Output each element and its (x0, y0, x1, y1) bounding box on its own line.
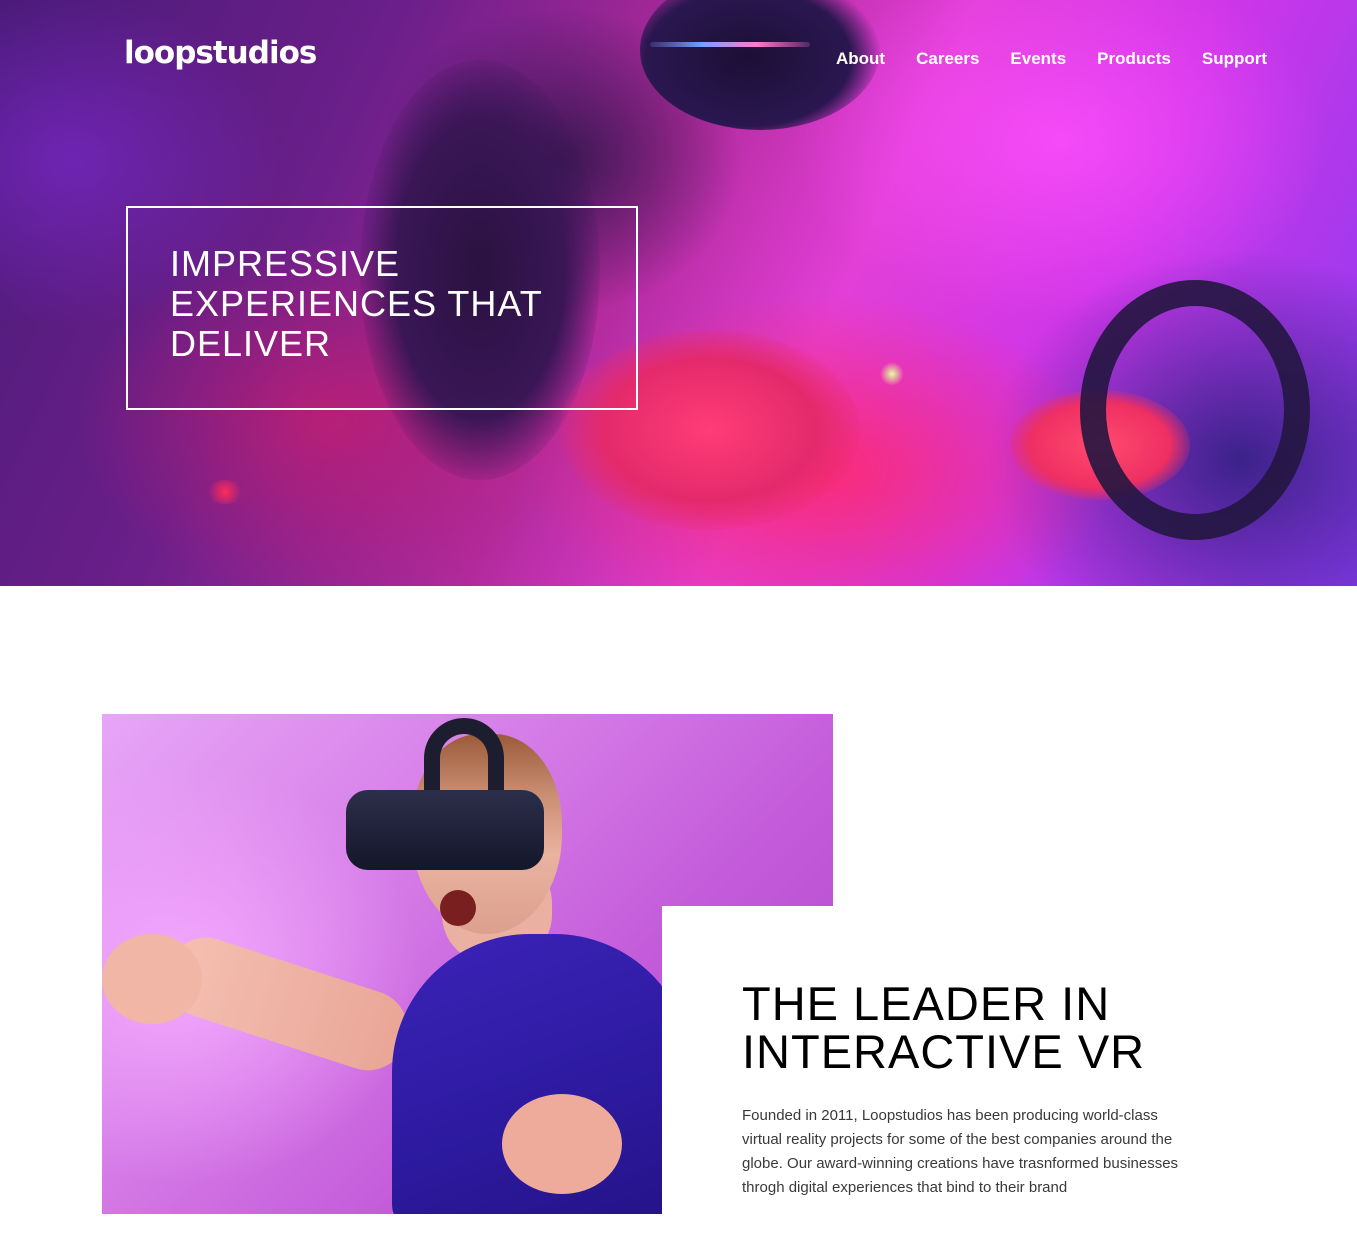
vr-image-left-hand (102, 934, 202, 1024)
vr-image-right-hand (502, 1094, 622, 1194)
hero-heading: Impressive experiences that deliver (170, 243, 543, 364)
site-logo[interactable]: loopstudios (124, 38, 317, 69)
nav-item-about[interactable]: About (836, 47, 885, 71)
hero-photo-steering-wheel (1080, 280, 1310, 540)
nav-item-support[interactable]: Support (1202, 47, 1267, 71)
page: loopstudios About Careers Events Product… (0, 0, 1357, 1244)
site-header: loopstudios About Careers Events Product… (0, 0, 1357, 120)
hero-section: loopstudios About Careers Events Product… (0, 0, 1357, 586)
vr-image-arm (155, 927, 419, 1081)
section-heading: The leader in interactive VR (742, 977, 1146, 1078)
nav-item-products[interactable]: Products (1097, 47, 1171, 71)
hero-photo-light-green (880, 362, 904, 386)
hero-heading-box: Impressive experiences that deliver (126, 206, 638, 410)
interactive-section: The leader in interactive VR Founded in … (0, 586, 1357, 1244)
leader-content-card: The leader in interactive VR Founded in … (662, 906, 1262, 1214)
vr-image-mouth (440, 890, 476, 926)
vr-image-headset (346, 790, 544, 870)
nav-item-events[interactable]: Events (1010, 47, 1066, 71)
section-body: Founded in 2011, Loopstudios has been pr… (742, 1107, 1179, 1196)
main-nav: About Careers Events Products Support (836, 47, 1267, 71)
hero-photo-light-red (205, 480, 245, 504)
nav-item-careers[interactable]: Careers (916, 47, 979, 71)
